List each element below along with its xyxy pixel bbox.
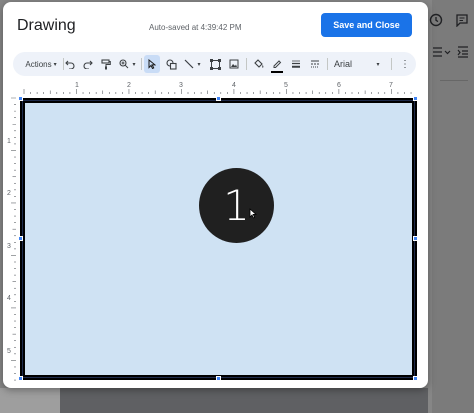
circle-label: 1 [223, 181, 250, 230]
select-icon[interactable] [144, 55, 160, 73]
resize-handle-top-right[interactable] [413, 96, 418, 101]
ruler-label: 7 [389, 82, 393, 89]
toolbar-divider [327, 58, 328, 70]
autosave-status: Auto-saved at 4:39:42 PM [149, 23, 242, 32]
ruler-label: 3 [7, 243, 11, 250]
undo-icon[interactable] [62, 52, 78, 76]
border-color-swatch [271, 71, 283, 73]
border-color-icon[interactable] [269, 52, 285, 76]
ruler-label: 4 [7, 295, 11, 302]
list-icon[interactable] [432, 46, 452, 60]
resize-handle-left[interactable] [18, 236, 23, 241]
mouse-pointer-icon [249, 206, 258, 224]
history-icon[interactable] [429, 13, 443, 29]
actions-label: Actions [25, 59, 52, 69]
chevron-down-icon[interactable]: ▾ [194, 52, 204, 76]
chevron-down-icon: ▾ [53, 61, 57, 68]
dialog-title: Drawing [17, 17, 76, 34]
indent-icon[interactable] [457, 46, 469, 60]
toolbar-divider [246, 58, 247, 70]
toolbar-divider [391, 58, 392, 70]
resize-handle-top-left[interactable] [18, 96, 23, 101]
textbox-icon[interactable] [207, 52, 223, 76]
drawing-toolbar: Actions ▾ ▾ ▾ Arial ▾ ⋮ [13, 52, 416, 76]
comment-icon[interactable] [455, 13, 469, 29]
resize-handle-right[interactable] [413, 236, 418, 241]
drawing-dialog: Drawing Auto-saved at 4:39:42 PM Save an… [3, 2, 428, 388]
toolbar-divider [141, 58, 142, 70]
fill-color-icon[interactable] [250, 52, 266, 76]
chevron-down-icon[interactable]: ▾ [373, 52, 383, 76]
more-options-icon[interactable]: ⋮ [400, 52, 410, 76]
shape-icon[interactable] [163, 52, 179, 76]
actions-menu[interactable]: Actions ▾ [21, 52, 61, 76]
ruler-label: 6 [337, 82, 341, 89]
paint-format-icon[interactable] [98, 52, 114, 76]
number-circle[interactable]: 1 [199, 168, 274, 243]
save-and-close-button[interactable]: Save and Close [321, 13, 412, 37]
resize-handle-bottom-right[interactable] [413, 376, 418, 381]
ruler-label: 3 [179, 82, 183, 89]
horizontal-ruler: 1 2 3 4 5 6 7 [15, 82, 417, 94]
ruler-label: 1 [7, 138, 11, 145]
document-bottom-area [60, 388, 428, 413]
chevron-down-icon[interactable]: ▾ [129, 52, 139, 76]
border-weight-icon[interactable] [288, 52, 304, 76]
ruler-label: 1 [75, 82, 79, 89]
selection-outline [22, 100, 415, 378]
ruler-label: 4 [232, 82, 236, 89]
resize-handle-top[interactable] [216, 96, 221, 101]
border-dash-icon[interactable] [307, 52, 323, 76]
ruler-label: 2 [127, 82, 131, 89]
ruler-label: 2 [7, 190, 11, 197]
side-panel [432, 0, 474, 413]
resize-handle-bottom-left[interactable] [18, 376, 23, 381]
divider [440, 80, 468, 81]
image-icon[interactable] [226, 52, 242, 76]
redo-icon[interactable] [80, 52, 96, 76]
ruler-label: 5 [284, 82, 288, 89]
vertical-ruler: 1 2 3 4 5 [6, 94, 16, 386]
ruler-label: 5 [7, 348, 11, 355]
document-margin [0, 388, 60, 413]
resize-handle-bottom[interactable] [216, 376, 221, 381]
